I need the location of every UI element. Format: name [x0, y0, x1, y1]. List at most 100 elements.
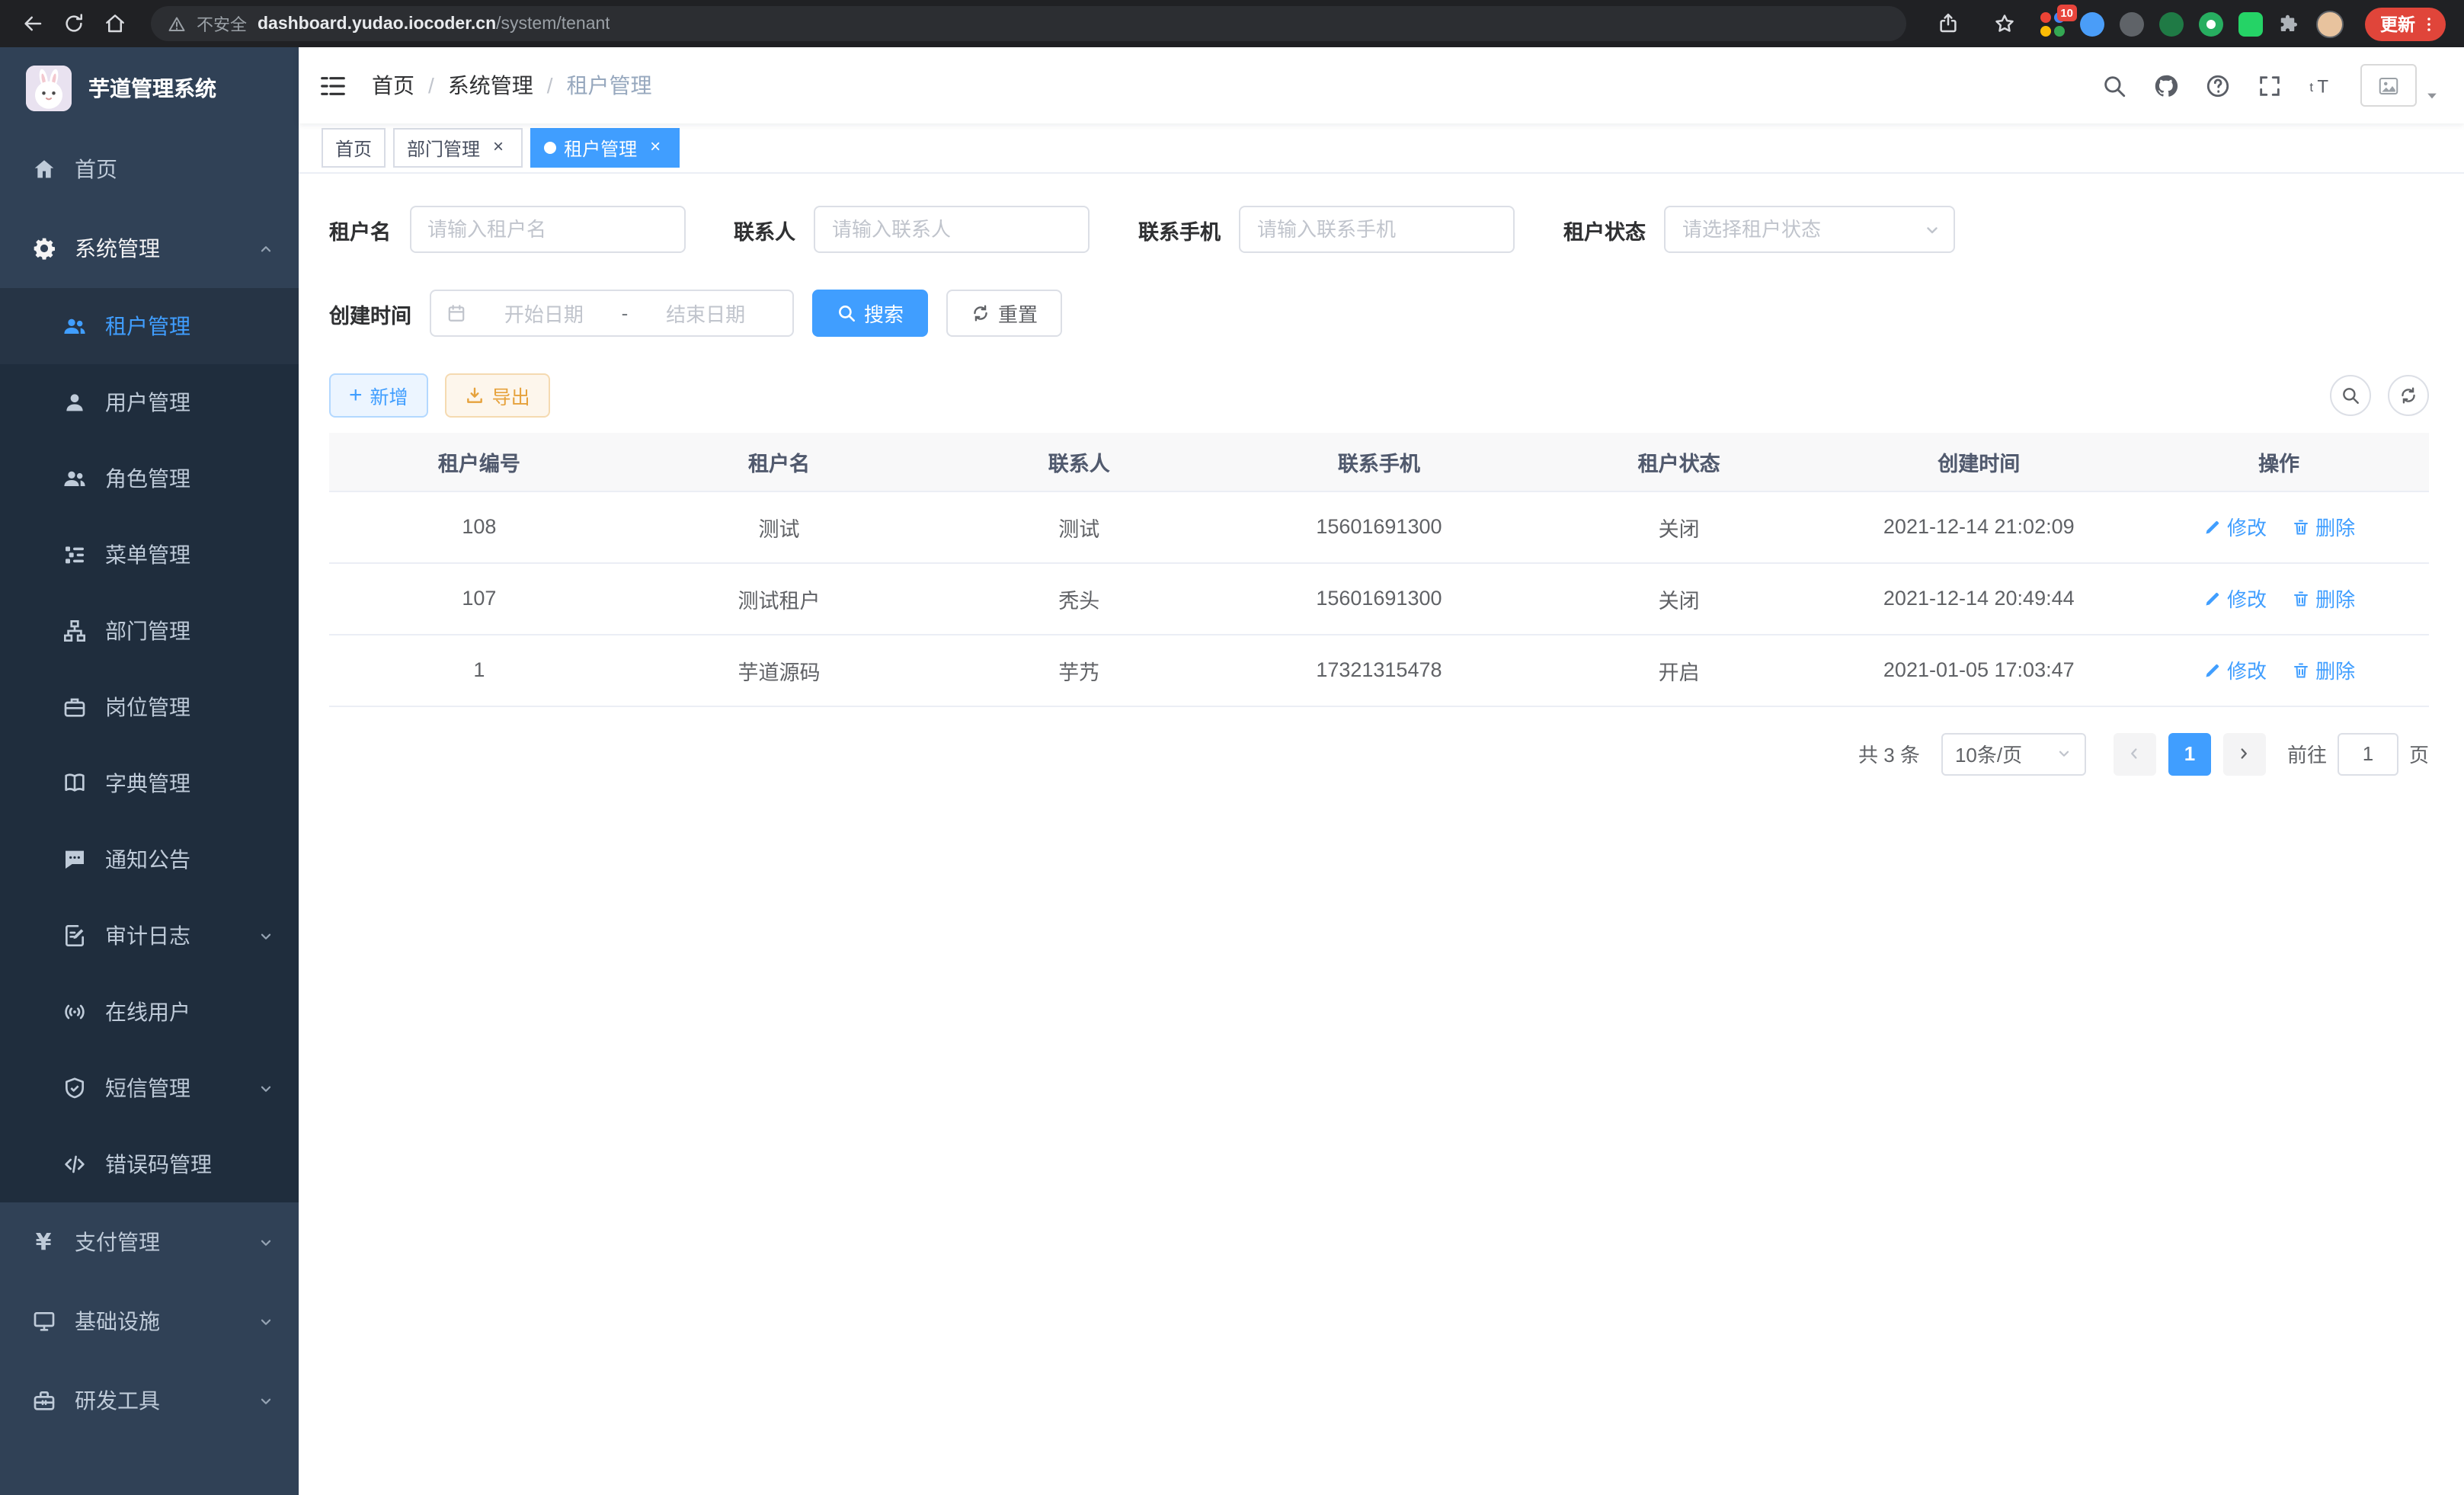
delete-button[interactable]: 删除	[2291, 584, 2355, 613]
sidebar-toggle[interactable]	[318, 71, 347, 100]
app-title: 芋道管理系统	[88, 73, 216, 104]
search-icon	[837, 303, 856, 323]
pagination-total: 共 3 条	[1858, 739, 1920, 768]
sidebar-item-menu[interactable]: 菜单管理	[0, 517, 299, 593]
share-icon[interactable]	[1928, 3, 1969, 44]
briefcase-icon	[61, 695, 87, 719]
shield-icon	[61, 1076, 87, 1100]
column-header: 创建时间	[1829, 433, 2129, 491]
svg-text:T: T	[2317, 76, 2328, 97]
sidebar-item-online-users[interactable]: 在线用户	[0, 974, 299, 1050]
extensions-puzzle-icon[interactable]	[2278, 12, 2301, 35]
cell-created: 2021-12-14 21:02:09	[1829, 491, 2129, 562]
tag-tenant[interactable]: 租户管理×	[530, 128, 680, 168]
sidebar-item-system[interactable]: 系统管理	[0, 209, 299, 288]
url-text: dashboard.yudao.iocoder.cn/system/tenant	[258, 14, 610, 33]
page-size-select[interactable]: 10条/页	[1941, 732, 2086, 775]
update-button[interactable]: 更新	[2365, 7, 2446, 40]
github-icon[interactable]	[2153, 72, 2179, 98]
sidebar-item-payment[interactable]: ¥ 支付管理	[0, 1202, 299, 1282]
help-icon[interactable]	[2205, 72, 2231, 98]
goto-page-input[interactable]	[2338, 732, 2398, 775]
browser-menu-icon[interactable]	[2420, 14, 2438, 33]
toggle-search-button[interactable]	[2330, 375, 2371, 416]
user-avatar-menu[interactable]	[2360, 64, 2440, 107]
export-button-label: 导出	[492, 381, 530, 410]
people-icon	[61, 314, 87, 338]
tenant-name-input[interactable]	[409, 206, 685, 253]
next-page-button[interactable]	[2223, 732, 2266, 775]
browser-chrome: 不安全 dashboard.yudao.iocoder.cn/system/te…	[0, 0, 2464, 47]
browser-profile-avatar[interactable]	[2316, 10, 2344, 37]
sidebar-item-sms[interactable]: 短信管理	[0, 1050, 299, 1126]
status-select-input[interactable]	[1664, 206, 1955, 253]
sidebar-item-label: 菜单管理	[105, 539, 190, 570]
chevron-down-icon	[258, 1392, 274, 1409]
app-logo[interactable]: 芋道管理系统	[0, 47, 299, 130]
home-icon[interactable]	[94, 3, 136, 44]
user-icon	[61, 390, 87, 415]
delete-button[interactable]: 删除	[2291, 512, 2355, 541]
edit-button[interactable]: 修改	[2203, 655, 2267, 684]
sidebar-item-dict[interactable]: 字典管理	[0, 745, 299, 821]
chevron-down-icon	[258, 927, 274, 944]
extension-badge: 10	[2056, 4, 2077, 21]
tag-dept[interactable]: 部门管理×	[393, 128, 523, 168]
main-area: 首页 / 系统管理 / 租户管理 tT	[299, 47, 2464, 1495]
search-icon[interactable]	[2101, 72, 2127, 98]
close-icon[interactable]: ×	[645, 137, 666, 158]
back-icon[interactable]	[12, 3, 53, 44]
mobile-input[interactable]	[1239, 206, 1515, 253]
search-button[interactable]: 搜索	[812, 290, 928, 337]
fontsize-icon[interactable]: tT	[2309, 72, 2334, 98]
fullscreen-icon[interactable]	[2257, 72, 2283, 98]
extension-icon[interactable]	[2159, 11, 2184, 36]
bookmark-star-icon[interactable]	[1984, 3, 2025, 44]
sidebar-item-label: 错误码管理	[105, 1149, 212, 1180]
table-row: 107 测试租户 秃头 15601691300 关闭 2021-12-14 20…	[329, 562, 2429, 634]
prev-page-button[interactable]	[2114, 732, 2156, 775]
contact-label: 联系人	[734, 214, 795, 245]
extension-icon[interactable]	[2238, 11, 2263, 36]
gear-icon	[30, 236, 56, 261]
sidebar-item-label: 租户管理	[105, 311, 190, 341]
edit-button[interactable]: 修改	[2203, 584, 2267, 613]
create-time-range-picker[interactable]: 开始日期 - 结束日期	[430, 290, 794, 337]
sidebar-item-tenant[interactable]: 租户管理	[0, 288, 299, 364]
extension-icon[interactable]	[2199, 11, 2223, 36]
tags-view: 首页 部门管理× 租户管理×	[299, 123, 2464, 174]
extension-icon[interactable]	[2120, 11, 2144, 36]
page-number-button[interactable]: 1	[2168, 732, 2211, 775]
home-icon	[30, 157, 56, 181]
column-header: 联系人	[929, 433, 1229, 491]
address-bar[interactable]: 不安全 dashboard.yudao.iocoder.cn/system/te…	[151, 6, 1906, 41]
sidebar-item-role[interactable]: 角色管理	[0, 440, 299, 517]
sidebar-item-error-code[interactable]: 错误码管理	[0, 1126, 299, 1202]
sidebar-item-dept[interactable]: 部门管理	[0, 593, 299, 669]
table-header-row: 租户编号 租户名 联系人 联系手机 租户状态 创建时间 操作	[329, 433, 2429, 491]
add-button[interactable]: + 新增	[329, 373, 428, 418]
export-button[interactable]: 导出	[445, 373, 550, 418]
reload-icon[interactable]	[53, 3, 94, 44]
reset-button[interactable]: 重置	[946, 290, 1062, 337]
extension-icon[interactable]: 10	[2040, 11, 2065, 36]
close-icon[interactable]: ×	[488, 137, 509, 158]
tenant-status-select[interactable]	[1664, 206, 1955, 253]
sidebar-item-infra[interactable]: 基础设施	[0, 1282, 299, 1361]
breadcrumb-item[interactable]: 系统管理	[448, 70, 533, 101]
tenant-table: 租户编号 租户名 联系人 联系手机 租户状态 创建时间 操作 108 测试	[329, 433, 2429, 706]
filter-create-time: 创建时间 开始日期 - 结束日期	[329, 290, 794, 337]
sidebar-item-user[interactable]: 用户管理	[0, 364, 299, 440]
edit-button[interactable]: 修改	[2203, 512, 2267, 541]
breadcrumb-item[interactable]: 首页	[372, 70, 414, 101]
sidebar-item-post[interactable]: 岗位管理	[0, 669, 299, 745]
sidebar-item-notice[interactable]: 通知公告	[0, 821, 299, 898]
sidebar-item-audit-log[interactable]: 审计日志	[0, 898, 299, 974]
contact-input[interactable]	[814, 206, 1090, 253]
tag-home[interactable]: 首页	[322, 128, 386, 168]
extension-icon[interactable]	[2080, 11, 2104, 36]
refresh-table-button[interactable]	[2388, 375, 2429, 416]
sidebar-item-dev-tools[interactable]: 研发工具	[0, 1361, 299, 1440]
sidebar-item-home[interactable]: 首页	[0, 130, 299, 209]
delete-button[interactable]: 删除	[2291, 655, 2355, 684]
